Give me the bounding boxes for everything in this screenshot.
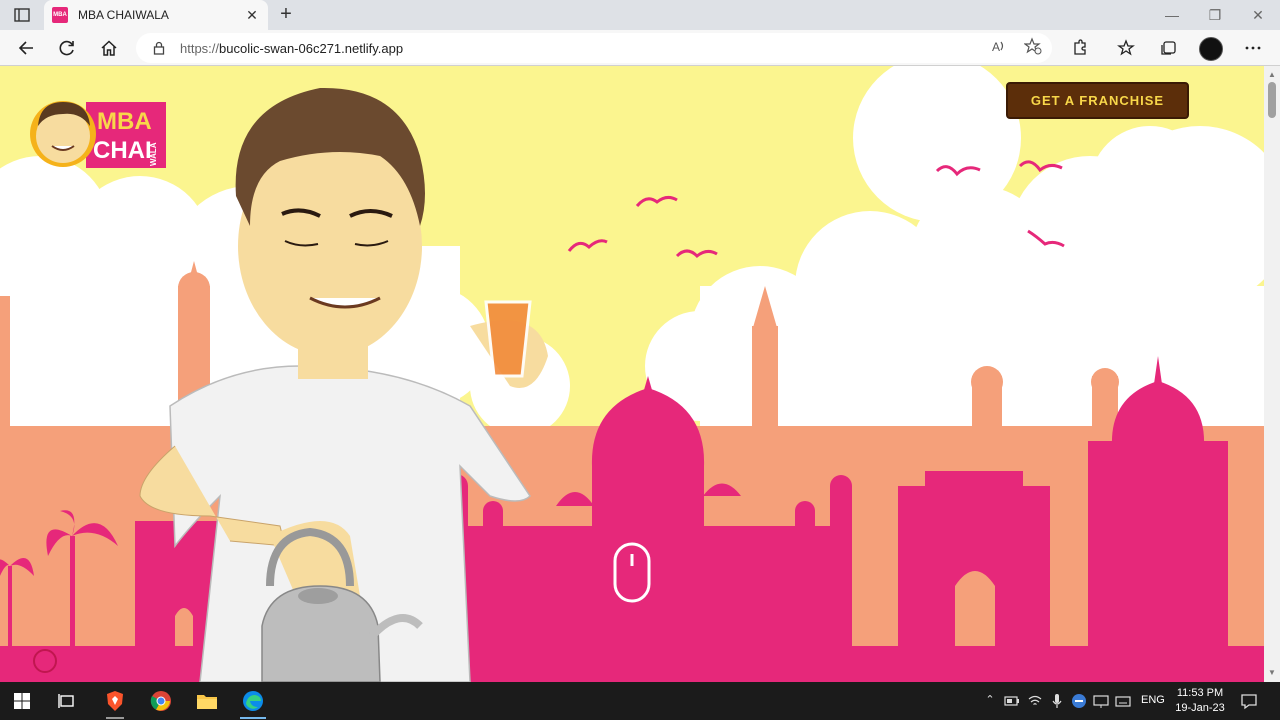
read-aloud-icon[interactable]: A [990,37,1008,55]
clock-date: 19-Jan-23 [1175,702,1225,714]
puzzle-icon [1074,39,1086,55]
show-hidden-icons-button[interactable]: ⌃ [982,693,998,709]
favorite-star-icon[interactable] [1023,37,1042,55]
get-franchise-button[interactable]: GET A FRANCHISE [1006,82,1189,119]
microphone-icon[interactable] [1049,693,1065,709]
back-button[interactable] [13,35,39,61]
windows-taskbar: ⌃ ENG 11:53 PM 19-Jan-23 [0,682,1280,720]
task-view-button[interactable] [56,690,78,712]
refresh-icon [59,40,74,56]
brave-icon [107,691,123,711]
hero-illustration [0,66,1264,682]
profile-avatar[interactable] [1199,37,1223,61]
home-icon [101,40,117,56]
refresh-button[interactable] [54,35,80,61]
active-app-indicator [240,717,266,719]
logo-text-chai: CHAI [93,137,152,164]
start-button[interactable] [11,690,33,712]
edge-taskbar-button[interactable] [242,690,264,712]
site-logo[interactable]: MBA CHAI WALA [30,96,166,172]
url-protocol: https:// [180,40,220,56]
url-host: bucolic-swan-06c271.netlify.app [219,40,404,56]
scroll-down-icon[interactable]: ▼ [1267,668,1277,677]
page-scrollbar[interactable]: ▲ ▼ [1264,66,1280,682]
tab-actions-icon [14,8,30,22]
address-bar[interactable]: https://bucolic-swan-06c271.netlify.app [136,33,1052,63]
site-favicon-icon: MBA [52,7,68,23]
language-indicator[interactable]: ENG [1141,694,1165,706]
clock-time: 11:53 PM [1176,687,1224,699]
more-dots-icon [1245,46,1261,50]
url-text: https://bucolic-swan-06c271.netlify.app [180,41,403,56]
svg-text:A: A [992,40,1000,54]
edge-icon [243,691,263,711]
do-not-disturb-icon[interactable] [1071,693,1087,709]
collections-icon [1161,41,1176,55]
restore-button[interactable]: ❐ [1205,6,1225,24]
file-explorer-taskbar-button[interactable] [196,690,218,712]
browser-tab[interactable]: MBA MBA CHAIWALA ✕ [44,0,268,30]
hero-section: MBA CHAI WALA GET A FRANCHISE [0,66,1264,682]
favorites-icon [1117,39,1135,56]
brave-taskbar-button[interactable] [104,690,126,712]
settings-menu-button[interactable] [1240,35,1266,61]
chrome-icon [150,691,171,711]
scrollbar-thumb[interactable] [1268,82,1276,118]
task-view-icon [58,694,74,708]
new-tab-button[interactable]: + [276,4,296,25]
minimize-button[interactable]: — [1162,6,1182,24]
window-close-button[interactable]: ✕ [1248,6,1268,24]
collections-button[interactable] [1155,35,1181,61]
tab-title: MBA CHAIWALA [78,8,169,22]
folder-icon [197,695,217,709]
battery-icon[interactable] [1004,693,1020,709]
open-app-indicator [106,717,124,719]
tab-actions-button[interactable] [8,5,36,25]
chrome-taskbar-button[interactable] [150,690,172,712]
home-button[interactable] [96,35,122,61]
favorites-button[interactable] [1113,35,1139,61]
tab-close-icon[interactable]: ✕ [244,7,260,24]
browser-titlebar: MBA MBA CHAIWALA ✕ + — ❐ ✕ [0,0,1280,30]
extensions-button[interactable] [1067,35,1093,61]
logo-text-wala: WALA [149,142,158,166]
wifi-icon[interactable] [1027,693,1043,709]
keyboard-icon[interactable] [1115,693,1131,709]
browser-toolbar: https://bucolic-swan-06c271.netlify.app … [0,30,1280,66]
lock-icon [153,41,165,55]
taskbar-clock[interactable]: 11:53 PM 19-Jan-23 [1172,686,1228,716]
notifications-icon[interactable] [1240,692,1257,710]
scroll-up-icon[interactable]: ▲ [1267,70,1277,79]
display-icon[interactable] [1093,693,1109,709]
windows-logo-icon [14,693,30,709]
back-arrow-icon [18,41,33,55]
logo-text-mba: MBA [97,108,152,135]
